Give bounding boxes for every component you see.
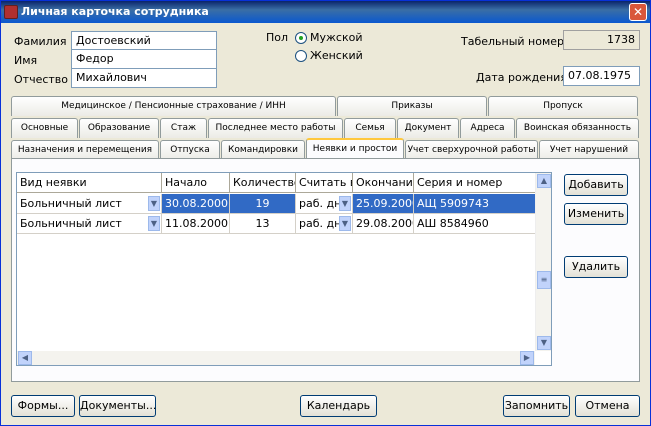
save-button[interactable]: Запомнить [503, 395, 570, 417]
tab-orders[interactable]: Приказы [337, 96, 487, 116]
count-in-combo[interactable]: раб. дни ▼ [296, 214, 353, 234]
forms-button[interactable]: Формы... [11, 395, 75, 417]
type-combo[interactable]: Больничный лист ▼ [17, 194, 162, 214]
tab-insurance[interactable]: Медицинское / Пенсионные страхование / И… [11, 96, 336, 116]
cell-end[interactable]: 25.09.2000 [353, 194, 414, 214]
horizontal-scrollbar[interactable]: ◀ ▶ [17, 351, 535, 365]
gender-female-label: Женский [310, 49, 363, 62]
birth-label: Дата рождения [476, 71, 567, 84]
col-series[interactable]: Серия и номер [414, 173, 536, 192]
birth-field[interactable]: 07.08.1975 [563, 66, 640, 86]
tab-pass[interactable]: Пропуск [488, 96, 638, 116]
gender-female-radio[interactable]: Женский [295, 49, 363, 62]
close-icon[interactable]: ✕ [629, 3, 647, 21]
grid-header: Вид неявки Начало Количество дней Считат… [17, 173, 536, 193]
cell-type: Больничный лист [20, 217, 122, 230]
vertical-scrollbar[interactable]: ▲ ≡ ▼ [535, 173, 551, 351]
col-end[interactable]: Окончание [353, 173, 414, 192]
tab-education[interactable]: Образование [79, 118, 159, 138]
chevron-down-icon[interactable]: ▼ [339, 216, 351, 231]
tab-row-2: Основные Образование Стаж Последнее мест… [11, 118, 640, 138]
tab-absences[interactable]: Неявки и простои [306, 138, 404, 160]
tab-family[interactable]: Семья [344, 118, 396, 138]
scroll-up-icon[interactable]: ▲ [537, 174, 551, 188]
window-title: Личная карточка сотрудника [21, 5, 209, 18]
calendar-button[interactable]: Календарь [300, 395, 377, 417]
tab-experience[interactable]: Стаж [160, 118, 207, 138]
cell-series[interactable]: АЩ 5909743 [414, 194, 536, 214]
gender-male-radio[interactable]: Мужской [295, 31, 362, 44]
patronymic-label: Отчество [14, 73, 69, 86]
tabnum-field: 1738 [563, 30, 640, 50]
tab-overtime[interactable]: Учет сверхурочной работы [405, 140, 538, 160]
gender-male-label: Мужской [310, 31, 363, 44]
surname-label: Фамилия [14, 35, 67, 48]
tab-row-1: Медицинское / Пенсионные страхование / И… [11, 96, 640, 116]
surname-field[interactable]: Достоевский [71, 31, 217, 51]
cell-days[interactable]: 13 [230, 214, 296, 234]
cell-end[interactable]: 29.08.2000 [353, 214, 414, 234]
cell-series[interactable]: АШ 8584960 [414, 214, 536, 234]
tab-document[interactable]: Документ [397, 118, 459, 138]
edit-button[interactable]: Изменить [564, 203, 628, 225]
type-combo[interactable]: Больничный лист ▼ [17, 214, 162, 234]
radio-selected-icon [295, 31, 307, 44]
chevron-down-icon[interactable]: ▼ [148, 216, 160, 231]
cancel-button[interactable]: Отмена [575, 395, 640, 417]
title-bar[interactable]: Личная карточка сотрудника ✕ [1, 1, 650, 23]
table-row[interactable]: Больничный лист ▼ 30.08.2000 19 раб. дни ▼… [17, 194, 536, 214]
tab-main[interactable]: Основные [11, 118, 78, 138]
tab-vacations[interactable]: Отпуска [160, 140, 220, 160]
tab-row-3: Назначения и перемещения Отпуска Команди… [11, 138, 640, 160]
scroll-down-icon[interactable]: ▼ [537, 336, 551, 350]
tab-last-job[interactable]: Последнее место работы [208, 118, 343, 138]
employee-card-window: Личная карточка сотрудника ✕ Фамилия Дос… [0, 0, 651, 426]
documents-button[interactable]: Документы... [79, 395, 156, 417]
chevron-down-icon[interactable]: ▼ [339, 196, 351, 211]
chevron-down-icon[interactable]: ▼ [148, 196, 160, 211]
delete-button[interactable]: Удалить [564, 256, 628, 278]
tab-assignments[interactable]: Назначения и перемещения [11, 140, 159, 160]
tab-military[interactable]: Воинская обязанность [516, 118, 639, 138]
app-icon [4, 5, 18, 19]
absences-grid[interactable]: Вид неявки Начало Количество дней Считат… [16, 172, 552, 366]
name-field[interactable]: Федор [71, 49, 217, 69]
cell-type: Больничный лист [20, 197, 122, 210]
scroll-right-icon[interactable]: ▶ [520, 351, 534, 365]
tab-addresses[interactable]: Адреса [460, 118, 515, 138]
scroll-left-icon[interactable]: ◀ [18, 351, 32, 365]
col-type[interactable]: Вид неявки [17, 173, 162, 192]
col-start[interactable]: Начало [162, 173, 230, 192]
tabnum-label: Табельный номер [461, 35, 565, 48]
cell-days[interactable]: 19 [230, 194, 296, 214]
name-label: Имя [14, 54, 38, 67]
col-days[interactable]: Количество дней [230, 173, 296, 192]
col-count-in[interactable]: Считать в [296, 173, 353, 192]
tab-violations[interactable]: Учет нарушений [539, 140, 639, 160]
gender-label: Пол [266, 31, 289, 44]
cell-start[interactable]: 11.08.2000 [162, 214, 230, 234]
scroll-thumb[interactable]: ≡ [537, 271, 551, 289]
tab-business-trips[interactable]: Командировки [221, 140, 305, 160]
radio-empty-icon [295, 49, 307, 62]
table-row[interactable]: Больничный лист ▼ 11.08.2000 13 раб. дни ▼… [17, 214, 536, 234]
cell-start[interactable]: 30.08.2000 [162, 194, 230, 214]
patronymic-field[interactable]: Михайлович [71, 68, 217, 88]
count-in-combo[interactable]: раб. дни ▼ [296, 194, 353, 214]
add-button[interactable]: Добавить [564, 174, 628, 196]
